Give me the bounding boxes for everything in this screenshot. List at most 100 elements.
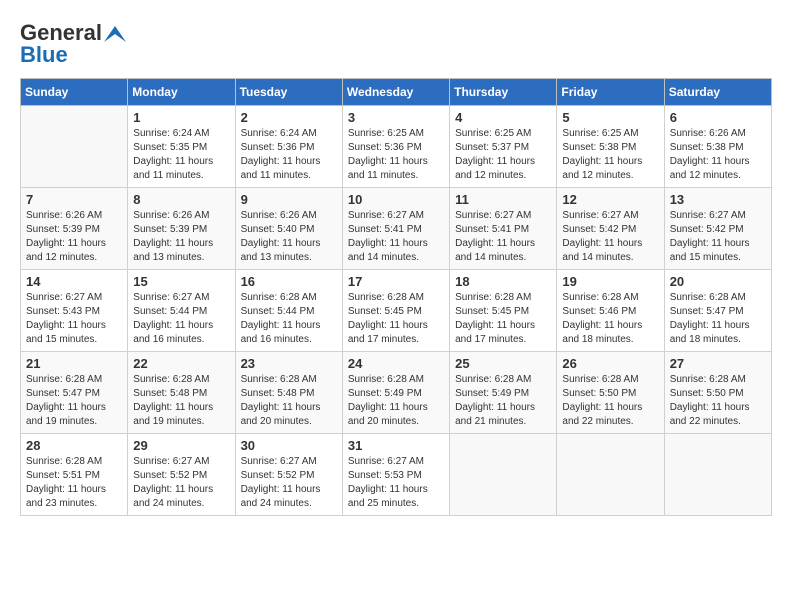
- sunrise-text: Sunrise: 6:24 AM: [133, 127, 229, 141]
- calendar-cell: 9 Sunrise: 6:26 AMSunset: 5:40 PMDaylight…: [235, 188, 342, 270]
- calendar-week-row: 1Sunrise: 6:24 AMSunset: 5:35 PMDaylight…: [21, 106, 772, 188]
- sunrise-text: Sunrise: 6:28 AM: [670, 291, 766, 305]
- calendar-cell: 28Sunrise: 6:28 AMSunset: 5:51 PMDayligh…: [21, 434, 128, 516]
- calendar-cell: 26Sunrise: 6:28 AMSunset: 5:50 PMDayligh…: [557, 352, 664, 434]
- calendar-cell: 1Sunrise: 6:24 AMSunset: 5:35 PMDaylight…: [128, 106, 235, 188]
- daylight-text-1: Daylight: 11 hours: [26, 237, 122, 251]
- calendar-cell: [450, 434, 557, 516]
- day-number: 3: [348, 110, 444, 125]
- day-number: 18: [455, 274, 551, 289]
- sunset-text: Sunset: 5:50 PM: [562, 387, 658, 401]
- daylight-text-1: Daylight: 11 hours: [241, 483, 337, 497]
- day-number: 17: [348, 274, 444, 289]
- daylight-text-2: and 22 minutes.: [562, 415, 658, 429]
- day-number: 10: [348, 192, 444, 207]
- sunset-text: Sunset: 5:37 PM: [455, 141, 551, 155]
- sunrise-text: Sunrise: 6:27 AM: [670, 209, 766, 223]
- calendar-cell: 5Sunrise: 6:25 AMSunset: 5:38 PMDaylight…: [557, 106, 664, 188]
- daylight-text-1: Daylight: 11 hours: [562, 155, 658, 169]
- daylight-text-1: Daylight: 11 hours: [455, 401, 551, 415]
- daylight-text-1: Daylight: 11 hours: [348, 483, 444, 497]
- daylight-text-2: and 19 minutes.: [133, 415, 229, 429]
- sunrise-text: Sunrise: 6:28 AM: [455, 373, 551, 387]
- daylight-text-1: Daylight: 11 hours: [348, 401, 444, 415]
- calendar-cell: 13Sunrise: 6:27 AMSunset: 5:42 PMDayligh…: [664, 188, 771, 270]
- daylight-text-1: Daylight: 11 hours: [241, 237, 337, 251]
- daylight-text-1: Daylight: 11 hours: [133, 401, 229, 415]
- calendar-cell: 17Sunrise: 6:28 AMSunset: 5:45 PMDayligh…: [342, 270, 449, 352]
- day-number: 12: [562, 192, 658, 207]
- day-number: 27: [670, 356, 766, 371]
- day-number: 31: [348, 438, 444, 453]
- sunrise-text: Sunrise: 6:28 AM: [670, 373, 766, 387]
- calendar-cell: 3Sunrise: 6:25 AMSunset: 5:36 PMDaylight…: [342, 106, 449, 188]
- sunrise-text: Sunrise: 6:27 AM: [241, 455, 337, 469]
- day-number: 13: [670, 192, 766, 207]
- calendar-week-row: 21Sunrise: 6:28 AMSunset: 5:47 PMDayligh…: [21, 352, 772, 434]
- day-number: 9: [241, 192, 337, 207]
- sunrise-text: Sunrise: 6:24 AM: [241, 127, 337, 141]
- sunset-text: Sunset: 5:46 PM: [562, 305, 658, 319]
- sunset-text: Sunset: 5:52 PM: [241, 469, 337, 483]
- sunset-text: Sunset: 5:52 PM: [133, 469, 229, 483]
- sunset-text: Sunset: 5:51 PM: [26, 469, 122, 483]
- sunset-text: Sunset: 5:48 PM: [241, 387, 337, 401]
- page-header: General Blue: [20, 20, 772, 68]
- calendar-cell: 21Sunrise: 6:28 AMSunset: 5:47 PMDayligh…: [21, 352, 128, 434]
- calendar-cell: 19Sunrise: 6:28 AMSunset: 5:46 PMDayligh…: [557, 270, 664, 352]
- sunrise-text: Sunrise: 6:27 AM: [26, 291, 122, 305]
- day-number: 1: [133, 110, 229, 125]
- sunset-text: Sunset: 5:43 PM: [26, 305, 122, 319]
- sunrise-text: Sunrise: 6:28 AM: [26, 373, 122, 387]
- calendar-cell: 6Sunrise: 6:26 AMSunset: 5:38 PMDaylight…: [664, 106, 771, 188]
- daylight-text-2: and 12 minutes.: [562, 169, 658, 183]
- day-number: 29: [133, 438, 229, 453]
- daylight-text-2: and 17 minutes.: [455, 333, 551, 347]
- day-number: 24: [348, 356, 444, 371]
- sunset-text: Sunset: 5:47 PM: [26, 387, 122, 401]
- daylight-text-2: and 12 minutes.: [455, 169, 551, 183]
- day-number: 26: [562, 356, 658, 371]
- day-number: 5: [562, 110, 658, 125]
- daylight-text-1: Daylight: 11 hours: [670, 237, 766, 251]
- sunrise-text: Sunrise: 6:26 AM: [241, 209, 337, 223]
- daylight-text-1: Daylight: 11 hours: [241, 319, 337, 333]
- calendar-cell: 11Sunrise: 6:27 AMSunset: 5:41 PMDayligh…: [450, 188, 557, 270]
- sunrise-text: Sunrise: 6:28 AM: [455, 291, 551, 305]
- daylight-text-1: Daylight: 11 hours: [670, 401, 766, 415]
- sunrise-text: Sunrise: 6:28 AM: [348, 291, 444, 305]
- weekday-header-sunday: Sunday: [21, 79, 128, 106]
- calendar-week-row: 28Sunrise: 6:28 AMSunset: 5:51 PMDayligh…: [21, 434, 772, 516]
- weekday-header-tuesday: Tuesday: [235, 79, 342, 106]
- daylight-text-2: and 23 minutes.: [26, 497, 122, 511]
- weekday-header-monday: Monday: [128, 79, 235, 106]
- daylight-text-2: and 24 minutes.: [133, 497, 229, 511]
- calendar-cell: 15Sunrise: 6:27 AMSunset: 5:44 PMDayligh…: [128, 270, 235, 352]
- calendar-cell: 7Sunrise: 6:26 AMSunset: 5:39 PMDaylight…: [21, 188, 128, 270]
- sunset-text: Sunset: 5:49 PM: [348, 387, 444, 401]
- sunset-text: Sunset: 5:44 PM: [133, 305, 229, 319]
- sunset-text: Sunset: 5:41 PM: [455, 223, 551, 237]
- daylight-text-2: and 12 minutes.: [26, 251, 122, 265]
- sunset-text: Sunset: 5:40 PM: [241, 223, 337, 237]
- daylight-text-1: Daylight: 11 hours: [26, 401, 122, 415]
- daylight-text-2: and 11 minutes.: [133, 169, 229, 183]
- calendar-week-row: 14Sunrise: 6:27 AMSunset: 5:43 PMDayligh…: [21, 270, 772, 352]
- calendar-cell: 2Sunrise: 6:24 AMSunset: 5:36 PMDaylight…: [235, 106, 342, 188]
- daylight-text-2: and 14 minutes.: [348, 251, 444, 265]
- daylight-text-1: Daylight: 11 hours: [133, 483, 229, 497]
- day-number: 6: [670, 110, 766, 125]
- sunrise-text: Sunrise: 6:27 AM: [133, 291, 229, 305]
- weekday-header-row: SundayMondayTuesdayWednesdayThursdayFrid…: [21, 79, 772, 106]
- daylight-text-2: and 14 minutes.: [562, 251, 658, 265]
- sunset-text: Sunset: 5:35 PM: [133, 141, 229, 155]
- sunrise-text: Sunrise: 6:28 AM: [133, 373, 229, 387]
- weekday-header-friday: Friday: [557, 79, 664, 106]
- sunset-text: Sunset: 5:36 PM: [241, 141, 337, 155]
- sunrise-text: Sunrise: 6:25 AM: [348, 127, 444, 141]
- day-number: 19: [562, 274, 658, 289]
- sunrise-text: Sunrise: 6:27 AM: [562, 209, 658, 223]
- daylight-text-2: and 20 minutes.: [348, 415, 444, 429]
- daylight-text-1: Daylight: 11 hours: [348, 319, 444, 333]
- daylight-text-2: and 11 minutes.: [348, 169, 444, 183]
